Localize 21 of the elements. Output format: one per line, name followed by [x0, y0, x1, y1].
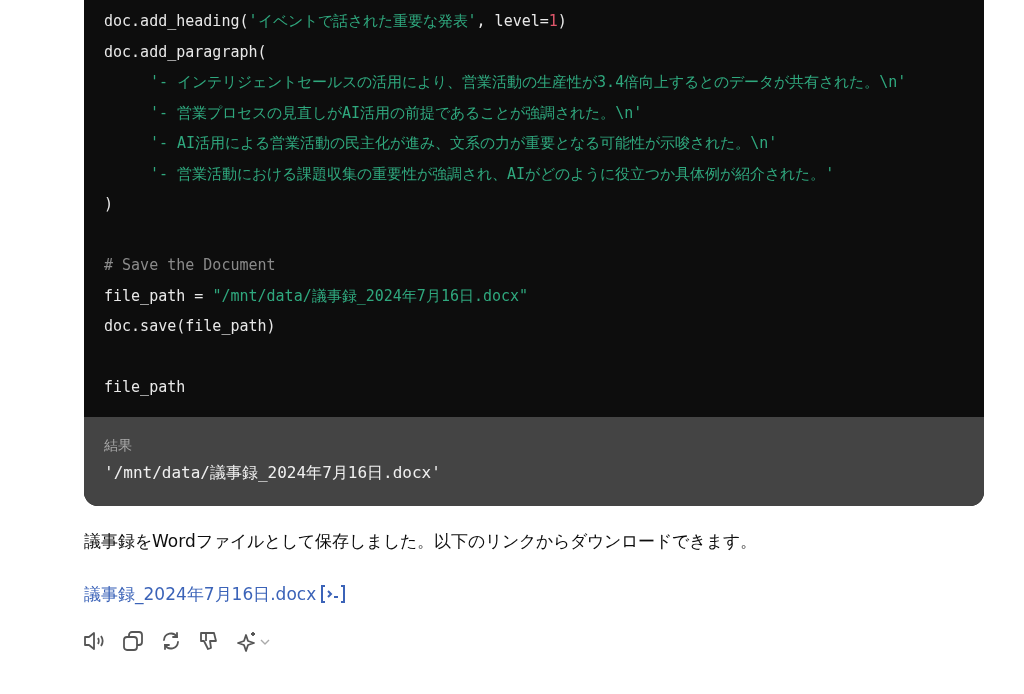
code-line: '- 営業活動における課題収集の重要性が強調され、AIがどのように役立つか具体例が紹介された。': [149, 163, 835, 185]
refresh-icon[interactable]: [160, 629, 182, 652]
sparkle-icon[interactable]: [236, 629, 272, 652]
code-line: # Save the Document: [104, 255, 276, 276]
code-line: '- インテリジェントセールスの活用により、営業活動の生産性が3.4倍向上するとのデータが共有された。\n': [149, 72, 907, 93]
code-line: '- AI活用による営業活動の民主化が進み、文系の力が重要となる可能性が示唆された。\n': [149, 133, 778, 154]
code-line: doc.add_heading('イベントで話された重要な発表', level=1): [104, 11, 567, 32]
code-line: ): [104, 194, 114, 215]
code-line: doc.save(file_path): [104, 316, 276, 337]
result-label: 結果: [104, 436, 133, 455]
copy-icon[interactable]: [122, 629, 144, 652]
download-link[interactable]: 議事録_2024年7月16日.docx: [84, 582, 317, 606]
thumbs-down-icon[interactable]: [198, 629, 220, 652]
message-text: 議事録をWordファイルとして保存しました。以下のリンクからダウンロードできます。: [84, 529, 757, 553]
speaker-icon[interactable]: [82, 629, 106, 652]
code-line: doc.add_paragraph(: [104, 41, 267, 63]
result-value: '/mnt/data/議事録_2024年7月16日.docx': [104, 462, 441, 484]
code-line: file_path = "/mnt/data/議事録_2024年7月16日.docx": [104, 285, 529, 307]
terminal-icon: [320, 584, 347, 604]
code-line: '- 営業プロセスの見直しがAI活用の前提であることが強調された。\n': [149, 102, 643, 124]
code-line: file_path: [104, 377, 186, 398]
